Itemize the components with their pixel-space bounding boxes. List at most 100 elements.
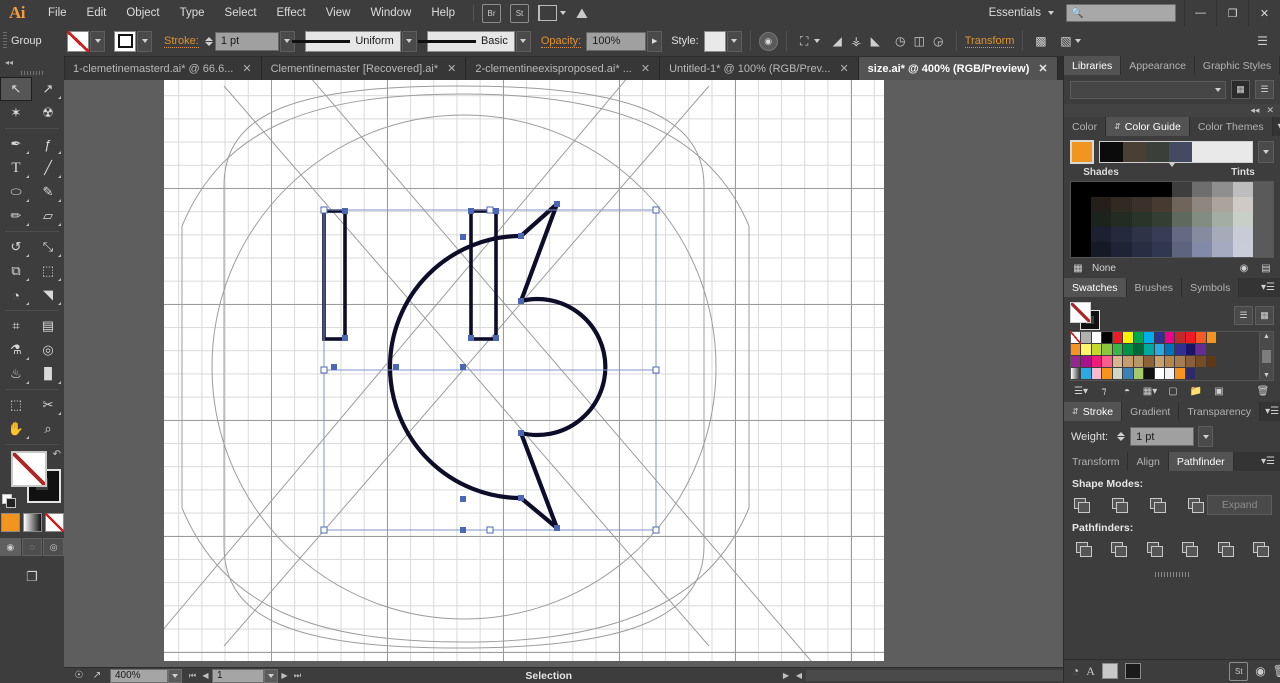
library-select[interactable] [1070, 80, 1226, 99]
swatch[interactable] [1175, 344, 1186, 356]
search-input[interactable]: 🔍 [1066, 4, 1176, 22]
brush-definition-select[interactable]: Basic [417, 30, 515, 52]
swatch[interactable] [1165, 356, 1176, 368]
variation-swatch[interactable] [1111, 197, 1132, 212]
draw-inside-icon[interactable]: ◎ [43, 538, 65, 556]
zoom-level-input[interactable]: 400% [110, 668, 168, 683]
harmony-swatch-4[interactable] [1169, 142, 1193, 162]
expand-button[interactable]: Expand [1207, 495, 1272, 515]
variation-swatch[interactable] [1172, 212, 1193, 227]
variation-swatch[interactable] [1232, 212, 1253, 227]
artboard[interactable] [164, 80, 884, 661]
swatch[interactable] [1102, 344, 1113, 356]
swatch-libraries-icon[interactable]: ☰▾ [1070, 384, 1092, 398]
sync-settings-icon[interactable]: ⛰ [576, 5, 588, 22]
rotate-tool[interactable]: ↺ [0, 235, 32, 259]
base-color-swatch[interactable] [1070, 140, 1094, 164]
swatch[interactable] [1154, 368, 1165, 380]
control-panel-menu-icon[interactable]: ☰ [1253, 32, 1272, 51]
variation-swatch[interactable] [1172, 227, 1193, 242]
close-icon[interactable]: ✕ [1038, 62, 1047, 75]
new-swatch-icon[interactable]: ▣ [1208, 384, 1230, 398]
chevron-down-icon[interactable] [813, 39, 820, 43]
pen-tool[interactable]: ✒ [0, 132, 32, 156]
hscroll-left-icon[interactable]: ◀ [793, 671, 806, 680]
swatch[interactable] [1206, 356, 1218, 368]
next-artboard-icon[interactable]: ▶ [278, 671, 291, 680]
swatch[interactable] [1144, 356, 1155, 368]
panel-menu-icon[interactable]: ▾☰ [1273, 117, 1280, 136]
chevron-down-icon[interactable] [1075, 39, 1082, 43]
swatch[interactable] [1154, 332, 1165, 344]
trash-icon[interactable]: 🗑 [1273, 664, 1280, 678]
fill-color-swatch[interactable] [67, 30, 89, 52]
menu-help[interactable]: Help [421, 3, 465, 23]
variation-swatch[interactable] [1131, 212, 1152, 227]
variation-swatch[interactable] [1091, 197, 1112, 212]
variation-swatch[interactable] [1091, 212, 1112, 227]
variation-swatch[interactable] [1192, 227, 1213, 242]
document-tab-2[interactable]: Clementinemaster [Recovered].ai* ✕ [261, 57, 467, 80]
pencil-tool[interactable]: ✏ [0, 204, 32, 228]
variation-swatch[interactable] [1252, 242, 1273, 257]
variation-swatch[interactable] [1111, 227, 1132, 242]
cloud-document-icon[interactable]: ☉ [70, 670, 88, 681]
type-tool[interactable]: T [0, 156, 32, 180]
swatch[interactable] [1165, 368, 1176, 380]
curvature-tool[interactable]: ƒ [32, 132, 64, 156]
width-profile-dropdown[interactable] [401, 30, 417, 52]
variation-swatch[interactable] [1091, 182, 1112, 197]
recolor-artwork-icon[interactable]: ◉ [758, 31, 778, 51]
fill-dropdown-button[interactable] [90, 30, 105, 52]
variation-swatch[interactable] [1071, 227, 1092, 242]
list-view-icon[interactable]: ☰ [1234, 305, 1253, 325]
scrollbar-thumb[interactable] [1262, 349, 1271, 363]
color-mode-button[interactable] [0, 513, 20, 532]
swap-fill-stroke-icon[interactable]: ↶ [53, 449, 61, 460]
variation-swatch[interactable] [1091, 227, 1112, 242]
swatch-empty[interactable] [1217, 344, 1228, 356]
document-tab-5-active[interactable]: size.ai* @ 400% (RGB/Preview) ✕ [858, 57, 1058, 80]
swatch-empty[interactable] [1248, 332, 1259, 344]
stroke-weight-input[interactable]: 1 pt [214, 31, 279, 51]
swatch[interactable] [1196, 356, 1207, 368]
list-view-icon[interactable]: ☰ [1255, 80, 1274, 99]
arrange-documents-button[interactable] [538, 5, 566, 21]
line-segment-tool[interactable]: ╱ [32, 156, 64, 180]
gradient-tool[interactable]: ▤ [32, 314, 64, 338]
tab-brushes[interactable]: Brushes [1126, 278, 1183, 297]
swatch-empty[interactable] [1248, 356, 1259, 368]
swatch[interactable] [1185, 356, 1197, 368]
none-mode-button[interactable] [44, 513, 64, 532]
column-graph-tool[interactable]: █ [32, 362, 64, 386]
show-swatch-kinds-icon[interactable]: ◓ [1116, 384, 1138, 398]
swatch-empty[interactable] [1227, 368, 1239, 380]
stock-icon[interactable]: St [1229, 661, 1249, 681]
new-color-group-icon[interactable]: ▢ [1162, 384, 1184, 398]
tab-stroke[interactable]: ⇵ Stroke [1064, 402, 1123, 421]
chevron-down-icon[interactable] [1169, 163, 1175, 178]
harmony-swatch-5[interactable] [1192, 142, 1252, 162]
weight-dropdown[interactable] [1198, 426, 1214, 447]
type-icon[interactable]: A [1086, 664, 1095, 679]
swatch[interactable] [1102, 356, 1113, 368]
variation-swatch[interactable] [1131, 197, 1152, 212]
swatch[interactable] [1112, 332, 1124, 344]
swatch[interactable] [1133, 332, 1145, 344]
bridge-icon[interactable]: Br [482, 3, 501, 23]
variation-swatch[interactable] [1071, 212, 1092, 227]
mesh-tool[interactable]: ⌗ [0, 314, 32, 338]
variation-swatch[interactable] [1252, 227, 1273, 242]
swatch-empty[interactable] [1248, 344, 1259, 356]
variation-swatch[interactable] [1192, 212, 1213, 227]
tab-symbols[interactable]: Symbols [1182, 278, 1240, 297]
color-group-link-icon[interactable]: ⁊ [1093, 384, 1115, 398]
lasso-tool[interactable]: ☢ [32, 101, 64, 125]
artboard-dropdown[interactable] [264, 668, 278, 683]
tab-gradient[interactable]: Gradient [1122, 402, 1180, 421]
panel-menu-icon[interactable]: ▾☰ [1256, 278, 1280, 297]
variation-swatch[interactable] [1151, 227, 1172, 242]
outline-icon[interactable] [1214, 539, 1236, 559]
panel-resize-grip[interactable] [1064, 568, 1280, 580]
swatch[interactable] [1185, 344, 1197, 356]
